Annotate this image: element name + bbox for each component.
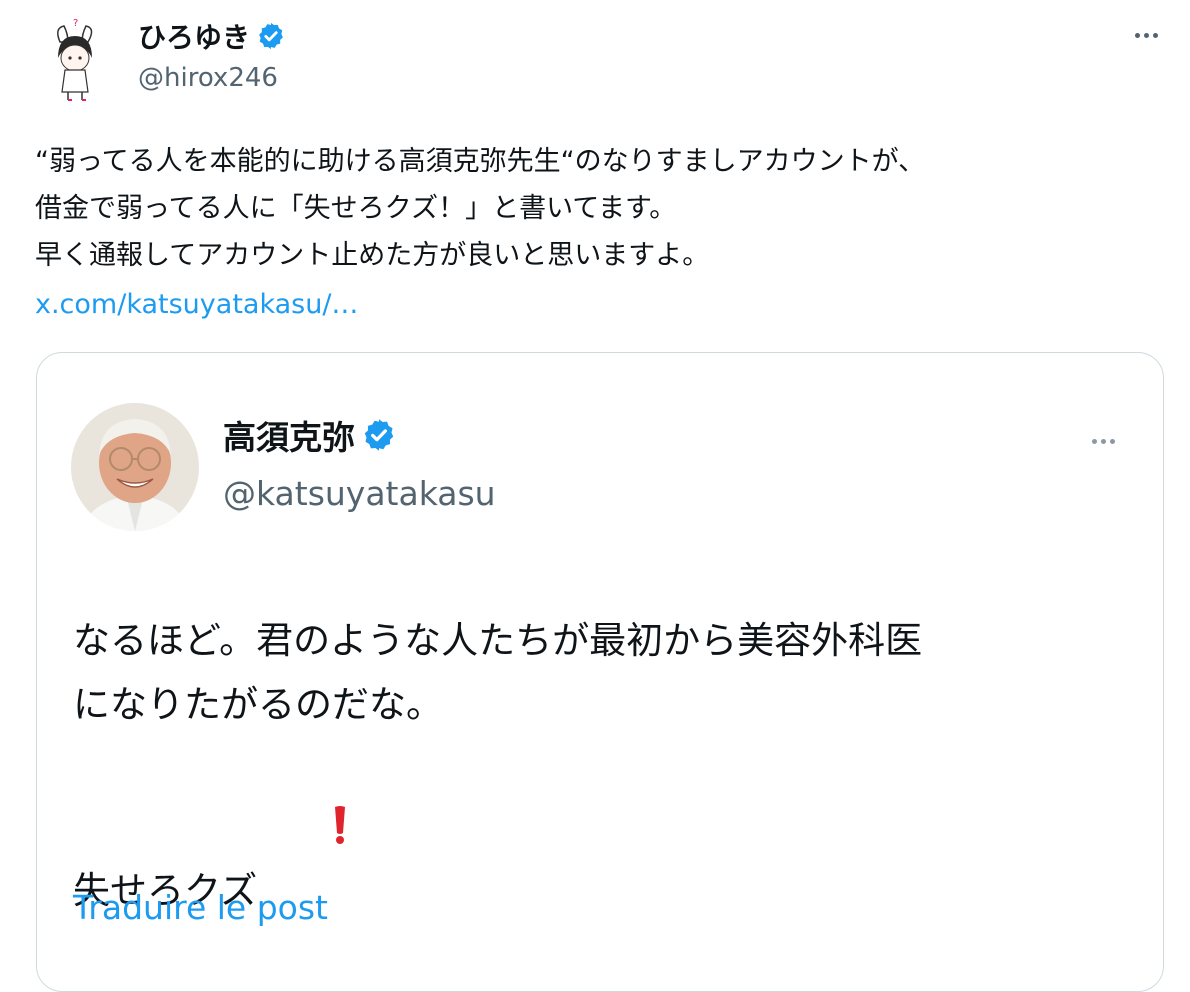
- translate-post-link[interactable]: Traduire le post: [73, 883, 328, 933]
- quoted-post-body: なるほど。君のような人たちが最初から美容外科医 になりたがるのだな。 失せろクズ: [73, 619, 923, 912]
- author-name[interactable]: ひろゆき: [138, 18, 286, 62]
- profile-photo-icon[interactable]: [71, 403, 199, 531]
- quoted-author-name[interactable]: 高須克弥: [223, 415, 397, 465]
- post-link[interactable]: x.com/katsuyatakasu/…: [35, 280, 358, 330]
- quoted-post-card[interactable]: 高須克弥 @katsuyatakasu なるほど。君のような人たちが最初から美容…: [36, 352, 1164, 992]
- cartoon-avatar-icon[interactable]: ?: [30, 14, 120, 104]
- author-display-name[interactable]: ひろゆき: [138, 21, 250, 54]
- quoted-author-handle[interactable]: @katsuyatakasu: [223, 471, 496, 517]
- more-options-icon[interactable]: [1126, 20, 1166, 50]
- quoted-more-options-icon[interactable]: [1083, 429, 1123, 453]
- post-text: “弱ってる人を本能的に助ける高須克弥先生“のなりすましアカウントが、 借金で弱っ…: [35, 146, 926, 271]
- author-handle[interactable]: @hirox246: [138, 60, 278, 96]
- verified-badge-icon[interactable]: [256, 21, 286, 62]
- verified-badge-icon[interactable]: [361, 417, 397, 465]
- quoted-post-text: なるほど。君のような人たちが最初から美容外科医 になりたがるのだな。 失せろクズ: [73, 609, 1143, 929]
- svg-text:?: ?: [73, 18, 78, 29]
- quoted-author-display-name[interactable]: 高須克弥: [223, 418, 355, 457]
